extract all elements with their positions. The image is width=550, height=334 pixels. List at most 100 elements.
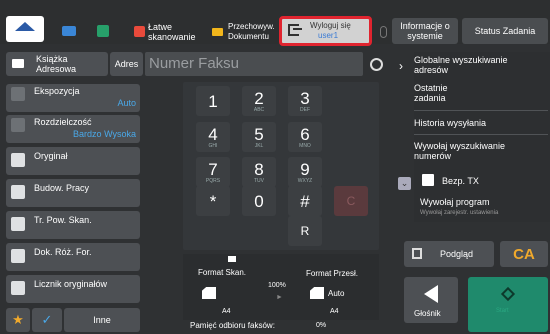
easy-scan-button[interactable]: Łatwe skanowanie bbox=[132, 20, 202, 42]
key-letters: TUV bbox=[254, 177, 264, 184]
fax-number-input[interactable]: Numer Faksu bbox=[145, 52, 363, 76]
exposure-value: Auto bbox=[117, 98, 136, 108]
key-digit: 5 bbox=[254, 124, 264, 144]
address-book-icon bbox=[12, 59, 24, 68]
check-button[interactable]: ✓ bbox=[32, 308, 62, 332]
key-digit: 4 bbox=[208, 124, 218, 144]
resolution-label: Rozdzielczość bbox=[34, 117, 92, 127]
two-sided-scan-label: Tr. Pow. Skan. bbox=[34, 215, 92, 225]
mixed-size-label: Dok. Róż. For. bbox=[34, 247, 92, 257]
job-build-button[interactable]: Budow. Pracy bbox=[6, 179, 140, 207]
original-count-button[interactable]: Licznik oryginałów bbox=[6, 275, 140, 303]
key-digit: 0 bbox=[254, 191, 264, 211]
doc-storage-button[interactable]: Przechowyw. Dokumentu bbox=[212, 20, 282, 42]
key-7[interactable]: 7 PQRS bbox=[196, 157, 230, 187]
job-status-button[interactable]: Status Zadania bbox=[462, 18, 548, 44]
scan-format-label: Format Skan. bbox=[198, 268, 247, 277]
check-icon: ✓ bbox=[41, 312, 53, 327]
search-icon bbox=[369, 57, 383, 71]
original-button[interactable]: Oryginał bbox=[6, 147, 140, 175]
fax-icon bbox=[62, 26, 76, 36]
call-registered-label: Wywołaj zarejestr. ustawienia bbox=[420, 210, 499, 216]
key-digit: * bbox=[209, 191, 217, 211]
star-icon: ★ bbox=[12, 312, 24, 327]
original-count-icon bbox=[11, 281, 25, 295]
key-digit: 1 bbox=[208, 91, 218, 111]
exposure-icon bbox=[11, 87, 25, 101]
redial-key[interactable]: R bbox=[288, 216, 322, 246]
original-count-label: Licznik oryginałów bbox=[34, 279, 108, 289]
key-5[interactable]: 5 JKL bbox=[242, 122, 276, 152]
home-icon bbox=[15, 21, 35, 31]
logout-button[interactable]: Wyloguj się user1 bbox=[279, 16, 372, 46]
chevron-down-icon: ⌄ bbox=[400, 178, 409, 188]
key-star[interactable]: * bbox=[196, 186, 230, 216]
preview-label: Podgląd bbox=[440, 249, 474, 259]
folder-icon bbox=[212, 28, 223, 36]
key-digit: 6 bbox=[300, 124, 310, 144]
key-3[interactable]: 3 DEF bbox=[288, 86, 322, 116]
favorites-button[interactable]: ★ bbox=[6, 308, 30, 332]
clear-label: C bbox=[346, 193, 356, 208]
system-info-button[interactable]: Informacje o systemie bbox=[392, 18, 458, 44]
key-hash[interactable]: # bbox=[288, 186, 322, 216]
chevron-right-icon: › bbox=[399, 59, 403, 73]
key-2[interactable]: 2 ABC bbox=[242, 86, 276, 116]
mixed-size-icon bbox=[11, 249, 25, 263]
send-format-label: Format Przesł. bbox=[306, 269, 359, 278]
exposure-label: Ekspozycja bbox=[34, 86, 80, 96]
key-8[interactable]: 8 TUV bbox=[242, 157, 276, 187]
exposure-button[interactable]: Ekspozycja Auto bbox=[6, 84, 140, 112]
job-build-label: Budow. Pracy bbox=[34, 183, 90, 193]
key-6[interactable]: 6 MNO bbox=[288, 122, 322, 152]
fax-number-placeholder: Numer Faksu bbox=[149, 55, 240, 72]
preview-icon bbox=[412, 248, 422, 259]
key-letters: DEF bbox=[300, 106, 310, 113]
clear-key[interactable]: C bbox=[334, 186, 368, 216]
no-tx-checkbox[interactable] bbox=[422, 174, 434, 186]
scanner-icon bbox=[228, 256, 236, 262]
two-sided-scan-button[interactable]: Tr. Pow. Skan. bbox=[6, 211, 140, 239]
fax-mode-button[interactable] bbox=[56, 20, 82, 42]
address-label: Adres bbox=[114, 59, 139, 69]
key-digit: # bbox=[300, 191, 310, 211]
original-label: Oryginał bbox=[34, 151, 68, 161]
others-label: Inne bbox=[93, 315, 111, 325]
key-digit: 3 bbox=[300, 88, 310, 108]
send-history-link[interactable]: Historia wysyłania bbox=[414, 118, 548, 128]
key-1[interactable]: 1 bbox=[196, 86, 230, 116]
key-letters: WXYZ bbox=[297, 177, 313, 184]
copy-mode-button[interactable] bbox=[90, 20, 116, 42]
ca-button[interactable]: CA bbox=[500, 241, 548, 267]
send-size-value: A4 bbox=[330, 308, 339, 315]
scan-icon bbox=[134, 26, 145, 37]
call-program-link[interactable]: Wywołaj program bbox=[420, 197, 489, 207]
mixed-size-button[interactable]: Dok. Róż. For. bbox=[6, 243, 140, 271]
global-search-link[interactable]: Globalne wyszukiwanie adresów bbox=[414, 55, 544, 75]
resolution-button[interactable]: Rozdzielczość Bardzo Wysoka bbox=[6, 115, 140, 143]
logout-icon bbox=[288, 24, 299, 36]
preview-button[interactable]: Podgląd bbox=[404, 241, 494, 267]
ca-label: CA bbox=[513, 245, 535, 263]
expand-panel-button[interactable]: › bbox=[392, 52, 410, 80]
scroll-down-button[interactable]: ⌄ bbox=[398, 177, 411, 190]
key-letters: PQRS bbox=[205, 177, 221, 184]
two-sided-scan-icon bbox=[11, 217, 25, 231]
arrow-icon: ► bbox=[276, 294, 283, 301]
address-book-button[interactable]: Książka Adresowa bbox=[6, 52, 108, 76]
key-9[interactable]: 9 WXYZ bbox=[288, 157, 322, 187]
start-button[interactable]: Start bbox=[468, 277, 548, 332]
key-0[interactable]: 0 bbox=[242, 186, 276, 216]
call-search-link[interactable]: Wywołaj wyszukiwanie numerów bbox=[414, 141, 534, 161]
search-button[interactable] bbox=[365, 52, 387, 76]
address-book-label: Książka Adresowa bbox=[36, 54, 77, 74]
others-button[interactable]: Inne bbox=[64, 308, 140, 332]
address-button[interactable]: Adres bbox=[110, 52, 143, 76]
start-diamond-icon bbox=[500, 286, 516, 302]
key-4[interactable]: 4 GHI bbox=[196, 122, 230, 152]
send-mode-value: Auto bbox=[328, 289, 345, 298]
speaker-button[interactable]: Głośnik bbox=[404, 277, 458, 323]
home-button[interactable] bbox=[6, 16, 44, 42]
scan-size-value: A4 bbox=[222, 308, 231, 315]
recent-jobs-link[interactable]: Ostatnie zadania bbox=[414, 83, 464, 103]
